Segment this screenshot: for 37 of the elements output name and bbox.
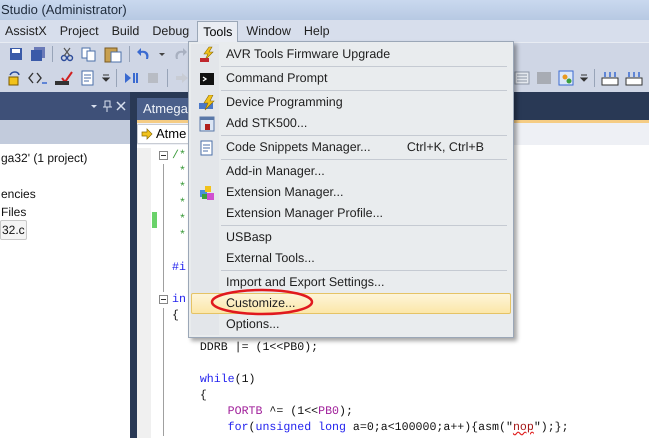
menu-entry[interactable]: Add-in Manager...: [191, 161, 511, 182]
code-line: /*: [172, 149, 186, 162]
menu-item[interactable]: Build: [106, 21, 144, 42]
code-line: {: [198, 389, 207, 402]
menu-item[interactable]: Help: [298, 21, 335, 42]
code-line: in: [172, 293, 186, 306]
code-line: *: [178, 213, 186, 226]
window-title: Studio (Administrator): [1, 1, 127, 20]
code-line: *: [178, 197, 186, 210]
menu-entry[interactable]: External Tools...: [191, 248, 511, 269]
menu-entry[interactable]: Import and Export Settings...: [191, 272, 511, 293]
code-line: PORTB ^= (1<<PB0);: [226, 405, 353, 418]
navigation-tab[interactable]: Atme: [137, 124, 190, 144]
menu-entry[interactable]: Options...: [191, 314, 511, 335]
tree-item[interactable]: Files: [0, 203, 28, 221]
menu-entry[interactable]: Extension Manager...: [191, 182, 511, 203]
menu-entry[interactable]: Add STK500...: [191, 113, 511, 134]
menu-entry[interactable]: Extension Manager Profile...: [191, 203, 511, 224]
code-line: DDRB |= (1<<PB0);: [198, 341, 318, 354]
menu-item[interactable]: AssistX: [0, 21, 52, 42]
menu-item[interactable]: Project: [54, 21, 104, 42]
code-line: while(1): [198, 373, 256, 386]
code-line: *: [178, 165, 186, 178]
code-line: {: [172, 309, 179, 322]
menu-entry[interactable]: USBasp: [191, 227, 511, 248]
code-line: *: [178, 181, 186, 194]
code-line: *: [178, 229, 186, 242]
code-line: for(unsigned long a=0;a<100000;a++){asm("nop");};: [226, 421, 569, 434]
tree-item[interactable]: ga32' (1 project): [0, 149, 88, 167]
tree-item[interactable]: 32.c: [0, 220, 27, 240]
menu-entry[interactable]: Code Snippets Manager... Ctrl+K, Ctrl+B: [191, 137, 511, 158]
menu-item[interactable]: Tools: [197, 21, 238, 42]
menu-entry[interactable]: Device Programming: [191, 92, 511, 113]
tree-item[interactable]: encies: [0, 185, 37, 203]
menu-item[interactable]: Debug: [147, 21, 194, 42]
menu-item[interactable]: Window: [241, 21, 296, 42]
code-line: #i: [172, 261, 186, 274]
